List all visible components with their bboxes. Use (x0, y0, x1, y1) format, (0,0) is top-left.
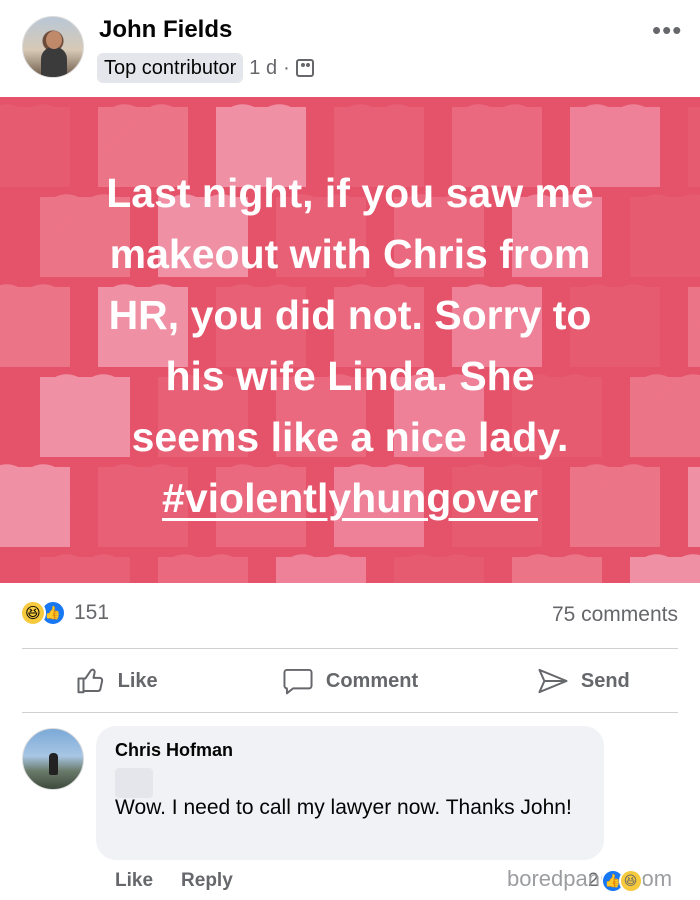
heart-pattern-shape (394, 557, 484, 583)
like-label: Like (117, 669, 158, 692)
avatar-figure (49, 753, 58, 775)
post-text-line: Last night, if you saw me (106, 170, 594, 216)
haha-icon: 😆 (20, 600, 46, 626)
author-avatar[interactable] (22, 16, 84, 78)
comment-reply-button[interactable]: Reply (181, 870, 233, 892)
comment-bubble-icon (283, 668, 313, 695)
heart-pattern-shape (158, 557, 248, 583)
watermark: boredpanda.com (507, 866, 673, 891)
comment-text: Wow. I need to call my lawyer now. Thank… (115, 796, 572, 819)
heart-pattern-shape (512, 557, 602, 583)
post-image[interactable]: Last night, if you saw me makeout with C… (0, 97, 700, 583)
post-meta: Top contributor 1 d · (97, 53, 314, 83)
comments-count[interactable]: 75 comments (552, 603, 678, 627)
commenter-avatar[interactable] (22, 728, 84, 790)
avatar-figure-head (46, 31, 62, 49)
comment-bubble: Chris Hofman Wow. I need to call my lawy… (96, 726, 604, 860)
group-audience-icon (295, 59, 314, 77)
post-text-line: HR, you did not. Sorry to (108, 292, 592, 338)
comment-label: Comment (325, 669, 419, 692)
heart-pattern-shape (630, 557, 700, 583)
send-button[interactable]: Send (467, 650, 700, 712)
send-label: Send (580, 669, 630, 692)
divider (22, 648, 678, 649)
author-name[interactable]: John Fields (99, 16, 232, 44)
like-button[interactable]: Like (0, 650, 233, 712)
send-arrow-icon (538, 668, 568, 694)
post-text-line: seems like a nice lady. (131, 414, 569, 460)
comment-like-button[interactable]: Like (115, 870, 153, 892)
heart-pattern-shape (688, 107, 700, 187)
divider (22, 712, 678, 713)
post-stats: 😆 👍 151 75 comments (0, 596, 700, 636)
top-contributor-badge[interactable]: Top contributor (97, 53, 244, 83)
heart-pattern-shape (40, 557, 130, 583)
post-actions: Like Comment Send (0, 650, 700, 712)
reaction-count: 151 (74, 601, 110, 624)
post-text: Last night, if you saw me makeout with C… (20, 163, 680, 529)
meta-separator: · (283, 56, 290, 79)
heart-pattern-shape (688, 287, 700, 367)
post-header: John Fields Top contributor 1 d · ••• (0, 0, 700, 97)
comment-button[interactable]: Comment (233, 650, 466, 712)
post-text-line: his wife Linda. She (165, 353, 535, 399)
reactions-summary[interactable]: 😆 👍 151 (20, 600, 109, 626)
post-time[interactable]: 1 d (249, 57, 277, 80)
more-options-button[interactable]: ••• (652, 17, 682, 43)
avatar-figure-body (41, 47, 67, 77)
comment-actions: Like Reply (115, 870, 261, 892)
heart-pattern-shape (276, 557, 366, 583)
hashtag-link[interactable]: #violentlyhungover (162, 475, 538, 521)
post-text-line: makeout with Chris from (109, 231, 591, 277)
heart-pattern-shape (688, 467, 700, 547)
haha-icon: 😆 (618, 869, 643, 893)
commenter-name[interactable]: Chris Hofman (115, 740, 233, 761)
thumbs-up-icon (77, 668, 103, 694)
